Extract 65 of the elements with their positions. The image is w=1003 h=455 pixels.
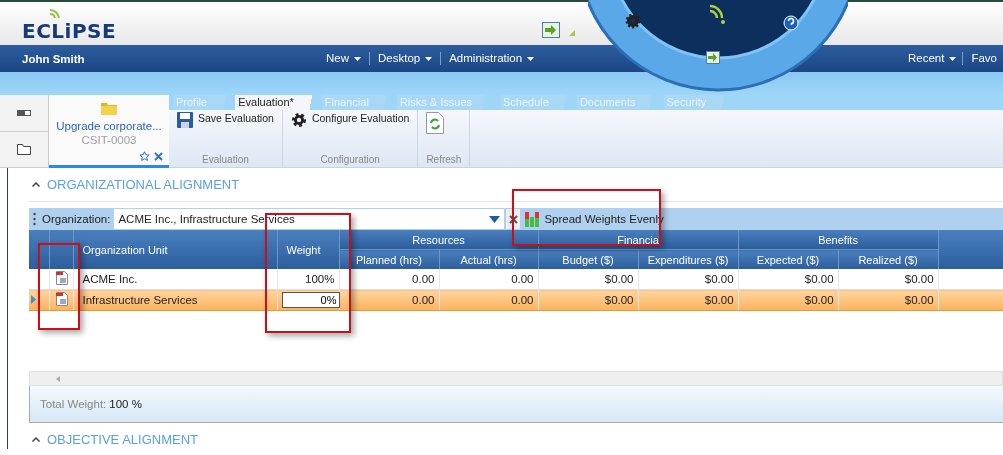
column-header[interactable]: Organization Unit bbox=[73, 230, 277, 269]
table-row[interactable]: ACME Inc. 100% 0.00 0.00 $0.00 $0.00 $0.00 $0.00 bbox=[29, 269, 1003, 290]
close-icon[interactable] bbox=[154, 152, 163, 161]
gear-icon[interactable] bbox=[625, 13, 641, 29]
panels-icon bbox=[17, 109, 31, 116]
column-group-header: Benefits bbox=[738, 230, 939, 250]
row-pointer-icon bbox=[31, 295, 36, 304]
star-icon[interactable] bbox=[139, 151, 150, 162]
menu-button[interactable]: Favo bbox=[963, 52, 1003, 65]
triangle-icon bbox=[569, 30, 575, 36]
section-title[interactable]: ORGANIZATIONAL ALIGNMENT bbox=[47, 177, 240, 192]
filter-label: Organization: bbox=[42, 213, 111, 225]
column-header[interactable]: Weight bbox=[277, 230, 339, 269]
total-weight-value: 100 % bbox=[109, 398, 142, 410]
menu-button[interactable]: Recent bbox=[900, 52, 964, 65]
arrow-box-icon[interactable] bbox=[706, 51, 720, 64]
table-cell: $0.00 bbox=[738, 269, 839, 290]
gear-icon bbox=[290, 112, 307, 128]
help-icon[interactable] bbox=[783, 15, 799, 31]
signal-icon bbox=[48, 8, 62, 20]
menu-button[interactable]: Desktop bbox=[370, 52, 442, 65]
table-cell: 0.00 bbox=[439, 269, 538, 290]
arrow-box-icon[interactable] bbox=[542, 22, 560, 38]
record-code: CSIT-0003 bbox=[81, 134, 137, 146]
folder-icon bbox=[17, 143, 31, 155]
configure-button[interactable]: Configure Evaluation bbox=[290, 112, 410, 128]
user-name: John Smith bbox=[22, 52, 86, 65]
caret-icon bbox=[354, 56, 361, 61]
horizontal-scrollbar[interactable] bbox=[29, 371, 1003, 386]
save-button[interactable]: Save Evaluation bbox=[177, 112, 274, 128]
table-cell: 100% bbox=[305, 273, 335, 285]
record-title[interactable]: Upgrade corporate... bbox=[56, 120, 162, 132]
document-icon[interactable] bbox=[55, 271, 68, 285]
table-cell: ACME Inc. bbox=[73, 269, 277, 290]
table-cell: $0.00 bbox=[538, 269, 638, 290]
folder-icon bbox=[101, 101, 117, 115]
caret-icon bbox=[527, 56, 535, 61]
table-cell: $0.00 bbox=[638, 269, 739, 290]
refresh-icon bbox=[426, 112, 445, 134]
group-label: Refresh bbox=[426, 154, 462, 167]
section-title[interactable]: OBJECTIVE ALIGNMENT bbox=[47, 431, 198, 447]
bar-chart-icon bbox=[524, 211, 541, 227]
collapse-icon[interactable] bbox=[32, 182, 40, 187]
group-label: Evaluation bbox=[201, 154, 250, 167]
total-weight-label: Total Weight: bbox=[40, 398, 107, 410]
caret-icon bbox=[949, 56, 957, 61]
column-group-header: Resources bbox=[339, 230, 538, 250]
collapse-icon[interactable] bbox=[32, 436, 40, 442]
menu-button[interactable]: New bbox=[318, 52, 370, 65]
document-icon[interactable] bbox=[55, 292, 68, 306]
refresh-button[interactable] bbox=[426, 112, 445, 134]
signal-icon[interactable] bbox=[709, 4, 725, 24]
record-tab[interactable]: Upgrade corporate... CSIT-0003 bbox=[49, 95, 169, 168]
table-row[interactable]: Infrastructure Services 0% 0.00 0.00 $0.00 $0.00 $0.00 $0.00 bbox=[29, 289, 1003, 311]
group-label: Configuration bbox=[319, 154, 381, 167]
column-group-header: Financia bbox=[538, 230, 739, 250]
close-icon bbox=[508, 214, 518, 224]
caret-icon bbox=[425, 56, 433, 61]
menu-button[interactable]: Administration bbox=[441, 52, 543, 65]
table-cell: 0.00 bbox=[339, 269, 439, 290]
weight-input[interactable]: 0% bbox=[281, 292, 340, 308]
table-cell: $0.00 bbox=[838, 269, 939, 290]
logo: ECLiPSE bbox=[22, 19, 117, 43]
grip-icon[interactable] bbox=[33, 212, 36, 226]
dropdown-arrow-icon bbox=[489, 215, 501, 223]
